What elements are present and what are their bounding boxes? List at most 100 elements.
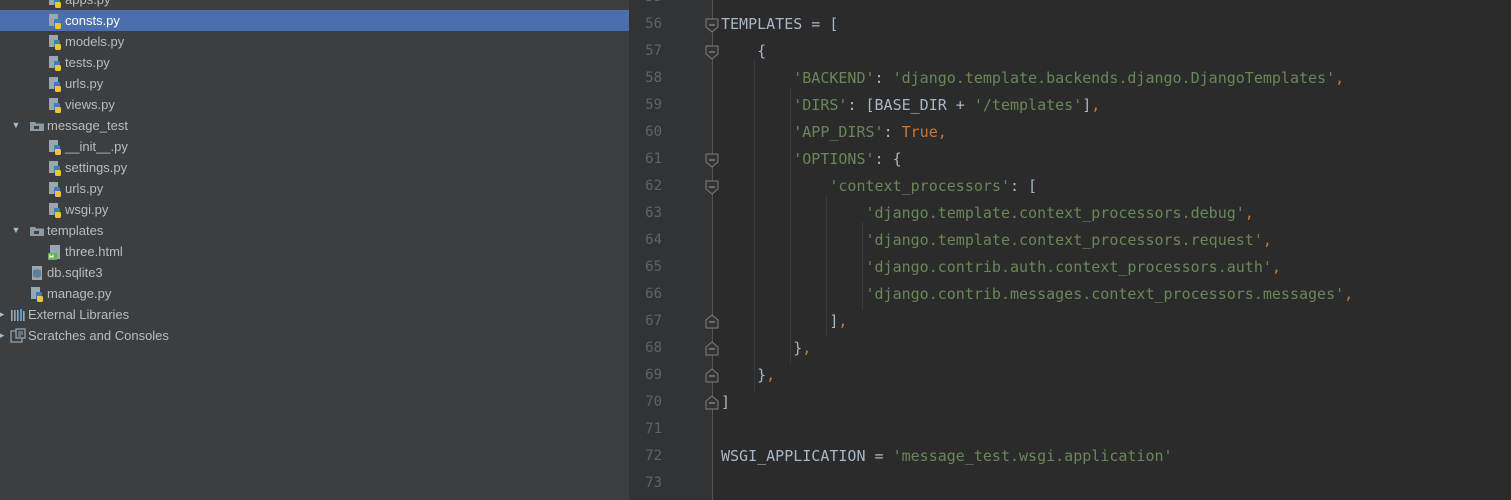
line-number: 59	[645, 97, 662, 113]
code-token: ,	[838, 312, 848, 330]
tree-item-label: __init__.py	[65, 139, 128, 154]
tree-item[interactable]: models.py	[0, 31, 629, 52]
python-file-icon	[47, 160, 63, 176]
gutter-divider	[712, 0, 713, 500]
tree-item[interactable]: ▶ External Libraries	[0, 304, 629, 325]
code-line[interactable]: 'DIRS': [BASE_DIR + '/templates'],	[721, 92, 1100, 119]
fold-close-icon[interactable]	[704, 395, 720, 411]
code-token: }	[721, 366, 767, 384]
scratches-icon	[10, 328, 26, 344]
tree-item-label: three.html	[65, 244, 123, 259]
code-line[interactable]: ],	[721, 308, 847, 335]
code-line[interactable]: ]	[721, 389, 730, 416]
tree-item[interactable]: urls.py	[0, 73, 629, 94]
tree-item[interactable]: apps.py	[0, 0, 629, 10]
database-file-icon	[29, 265, 45, 281]
code-token: ,	[1244, 204, 1254, 222]
line-number: 58	[645, 70, 662, 86]
tree-item[interactable]: tests.py	[0, 52, 629, 73]
tree-item[interactable]: db.sqlite3	[0, 262, 629, 283]
python-file-icon	[47, 76, 63, 92]
tree-item[interactable]: ▶ Scratches and Consoles	[0, 325, 629, 346]
tree-item-label: message_test	[47, 118, 128, 133]
code-token: ,	[1344, 285, 1354, 303]
python-file-icon	[47, 13, 63, 29]
code-token: : [BASE_DIR +	[847, 96, 974, 114]
tree-item[interactable]: consts.py	[0, 10, 629, 31]
fold-close-icon[interactable]	[704, 368, 720, 384]
code-token: 'django.contrib.auth.context_processors.…	[865, 258, 1272, 276]
tree-item[interactable]: ▼ message_test	[0, 115, 629, 136]
folder-icon	[29, 223, 45, 239]
expand-arrow-icon[interactable]: ▼	[10, 220, 22, 241]
code-token: ]	[721, 312, 839, 330]
line-number: 70	[645, 394, 662, 410]
tree-item-label: External Libraries	[28, 307, 130, 322]
tree-item[interactable]: __init__.py	[0, 136, 629, 157]
collapse-arrow-icon[interactable]: ▶	[0, 304, 7, 325]
tree-item[interactable]: wsgi.py	[0, 199, 629, 220]
fold-open-icon[interactable]	[704, 179, 720, 195]
code-line[interactable]: 'django.contrib.auth.context_processors.…	[721, 254, 1281, 281]
tree-item-label: tests.py	[65, 55, 110, 70]
line-number: 69	[645, 367, 662, 383]
python-file-icon	[47, 97, 63, 113]
line-number: 56	[645, 16, 662, 32]
code-line[interactable]: WSGI_APPLICATION = 'message_test.wsgi.ap…	[721, 443, 1173, 470]
tree-item[interactable]: urls.py	[0, 178, 629, 199]
code-line[interactable]: TEMPLATES = [	[721, 11, 838, 38]
code-line[interactable]: {	[721, 38, 766, 65]
code-line[interactable]: 'django.template.context_processors.requ…	[721, 227, 1272, 254]
tree-item[interactable]: views.py	[0, 94, 629, 115]
code-line[interactable]: 'OPTIONS': {	[721, 146, 902, 173]
tree-item[interactable]: manage.py	[0, 283, 629, 304]
python-file-icon	[29, 286, 45, 302]
code-line[interactable]: 'django.template.context_processors.debu…	[721, 200, 1254, 227]
line-number: 67	[645, 313, 662, 329]
line-number: 57	[645, 43, 662, 59]
code-line[interactable]: },	[721, 362, 775, 389]
code-token: True,	[901, 123, 947, 141]
code-token: 'context_processors'	[829, 177, 1010, 195]
code-token: : {	[874, 150, 902, 168]
collapse-arrow-icon[interactable]: ▶	[0, 325, 7, 346]
fold-close-icon[interactable]	[704, 314, 720, 330]
line-number: 61	[645, 151, 662, 167]
tree-item-label: db.sqlite3	[47, 265, 103, 280]
code-line[interactable]: },	[721, 335, 811, 362]
code-token: ,	[766, 366, 776, 384]
tree-item-label: settings.py	[65, 160, 128, 175]
code-token: 'message_test.wsgi.application'	[892, 447, 1173, 465]
code-token: WSGI_APPLICATION =	[721, 447, 893, 465]
tree-item[interactable]: settings.py	[0, 157, 629, 178]
code-token: 'django.template.context_processors.requ…	[865, 231, 1263, 249]
tree-item[interactable]: ▼ templates	[0, 220, 629, 241]
tree-item[interactable]: three.html	[0, 241, 629, 262]
code-editor[interactable]: 55 56 57 58 59 60 61 62 63 64 65 66 67 68 69 70 71 72 73 T…	[630, 0, 1511, 500]
line-number: 72	[645, 448, 662, 464]
line-number: 55	[630, 0, 662, 11]
code-token: 'django.contrib.messages.context_process…	[865, 285, 1345, 303]
code-line[interactable]: 'context_processors': [	[721, 173, 1037, 200]
python-file-icon	[47, 0, 63, 8]
libraries-icon	[10, 307, 26, 323]
python-file-icon	[47, 55, 63, 71]
code-token: ,	[1091, 96, 1101, 114]
fold-open-icon[interactable]	[704, 152, 720, 168]
tree-item-label: apps.py	[65, 0, 111, 10]
code-token: '/templates'	[973, 96, 1083, 114]
code-line[interactable]: 'BACKEND': 'django.template.backends.dja…	[721, 65, 1344, 92]
indent-guide	[790, 87, 792, 364]
fold-open-icon[interactable]	[704, 44, 720, 60]
tree-item-label: manage.py	[47, 286, 112, 301]
indent-guide	[826, 195, 828, 337]
project-tree-panel[interactable]: apps.py consts.py models.py tests.py urls.py…	[0, 0, 630, 500]
code-line[interactable]: 'django.contrib.messages.context_process…	[721, 281, 1354, 308]
fold-close-icon[interactable]	[704, 341, 720, 357]
expand-arrow-icon[interactable]: ▼	[10, 115, 22, 136]
fold-open-icon[interactable]	[704, 17, 720, 33]
